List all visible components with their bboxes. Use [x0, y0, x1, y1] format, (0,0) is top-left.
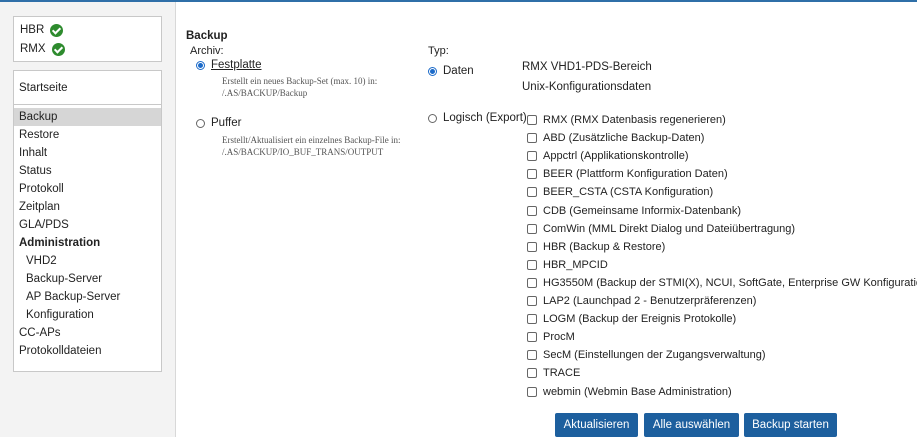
nav-item-zeitplan[interactable]: Zeitplan	[14, 198, 161, 216]
radio-puffer-label: Puffer	[211, 117, 242, 129]
checkbox-label: Appctrl (Applikationskontrolle)	[543, 150, 689, 163]
radio-festplatte[interactable]: Festplatte	[196, 59, 262, 71]
radio-puffer-circle[interactable]	[196, 118, 205, 128]
check-circle-icon	[51, 42, 65, 56]
checkbox-row[interactable]: ABD (Zusätzliche Backup-Daten)	[527, 130, 704, 146]
checkbox-label: RMX (RMX Datenbasis regenerieren)	[543, 114, 726, 126]
checkbox-row[interactable]: TRACE	[527, 365, 580, 381]
radio-logisch-label: Logisch (Export)	[443, 112, 527, 124]
left-sidebar: HBR RMX Startseite Backup Restore Inhalt…	[0, 2, 176, 437]
checkbox-row[interactable]: BEER_CSTA (CSTA Konfiguration)	[527, 184, 713, 200]
nav-item-protokoll[interactable]: Protokoll	[14, 180, 161, 198]
checkbox-row[interactable]: RMX (RMX Datenbasis regenerieren)	[527, 112, 726, 128]
checkbox[interactable]	[527, 205, 537, 216]
checkbox[interactable]	[527, 169, 537, 180]
status-rmx-label: RMX	[20, 43, 46, 55]
nav-menu: Startseite Backup Restore Inhalt Status …	[13, 70, 162, 372]
checkbox-row[interactable]: HBR (Backup & Restore)	[527, 239, 665, 255]
checkbox-row[interactable]: ComWin (MML Direkt Dialog und Dateiübert…	[527, 221, 795, 237]
nav-item-backup[interactable]: Backup	[14, 108, 161, 126]
checkbox[interactable]	[527, 241, 537, 252]
checkbox[interactable]	[527, 259, 537, 270]
checkbox-row[interactable]: BEER (Plattform Konfiguration Daten)	[527, 166, 728, 182]
checkbox-label: webmin (Webmin Base Administration)	[543, 385, 732, 398]
checkbox[interactable]	[527, 277, 537, 288]
radio-festplatte-label: Festplatte	[211, 59, 262, 71]
checkbox-label: TRACE	[543, 367, 581, 380]
checkbox[interactable]	[527, 296, 537, 306]
main-content: Backup Archiv: Typ: Festplatte Erstellt …	[176, 2, 917, 437]
checkbox-row[interactable]: ProcM	[527, 329, 575, 345]
checkbox-row[interactable]: Appctrl (Applikationskontrolle)	[527, 148, 689, 164]
festplatte-desc2: /.AS/BACKUP/Backup	[222, 88, 308, 98]
nav-item-administration[interactable]: Administration	[14, 234, 161, 252]
nav-item-vhd2[interactable]: VHD2	[14, 252, 161, 270]
radio-festplatte-circle[interactable]	[196, 60, 205, 70]
checkbox-label: HBR (Backup & Restore)	[543, 240, 666, 253]
radio-puffer[interactable]: Puffer	[196, 117, 241, 129]
refresh-button[interactable]: Aktualisieren	[555, 413, 638, 437]
radio-daten-circle[interactable]	[428, 66, 437, 76]
puffer-desc1: Erstellt/Aktualisiert ein einzelnes Back…	[222, 135, 401, 145]
nav-item-protokolldateien[interactable]: Protokolldateien	[14, 342, 161, 360]
checkbox-row[interactable]: SecM (Einstellungen der Zugangsverwaltun…	[527, 347, 766, 363]
checkbox[interactable]	[527, 350, 537, 361]
checkbox-label: HG3550M (Backup der STMI(X), NCUI, SoftG…	[543, 276, 917, 289]
archiv-label: Archiv:	[190, 45, 224, 57]
daten-line1: RMX VHD1-PDS-Bereich	[522, 61, 652, 73]
puffer-desc2: /.AS/BACKUP/IO_BUF_TRANS/OUTPUT	[222, 147, 384, 157]
nav-item-konfiguration[interactable]: Konfiguration	[14, 306, 161, 324]
status-rmx: RMX	[20, 40, 65, 58]
page-title: Backup	[186, 30, 228, 42]
checkbox[interactable]	[527, 151, 537, 162]
nav-item-inhalt[interactable]: Inhalt	[14, 144, 161, 162]
festplatte-desc1: Erstellt ein neues Backup-Set (max. 10) …	[222, 76, 378, 86]
checkbox-row[interactable]: HG3550M (Backup der STMI(X), NCUI, SoftG…	[527, 275, 917, 291]
checkbox-label: SecM (Einstellungen der Zugangsverwaltun…	[543, 349, 766, 362]
status-hbr-label: HBR	[20, 24, 45, 36]
checkbox-label: BEER_CSTA (CSTA Konfiguration)	[543, 186, 714, 199]
nav-item-gla-pds[interactable]: GLA/PDS	[14, 216, 161, 234]
checkbox-label: HBR_MPCID	[543, 258, 608, 271]
checkbox-row[interactable]: webmin (Webmin Base Administration)	[527, 384, 732, 400]
checkbox[interactable]	[527, 314, 537, 325]
typ-label: Typ:	[428, 45, 449, 57]
nav-item-startseite[interactable]: Startseite	[14, 71, 161, 105]
checkbox[interactable]	[527, 332, 537, 343]
checkbox-label: CDB (Gemeinsame Informix-Datenbank)	[543, 204, 742, 217]
checkbox-row[interactable]: LOGM (Backup der Ereignis Protokolle)	[527, 311, 736, 327]
select-all-button[interactable]: Alle auswählen	[644, 413, 739, 437]
daten-line2: Unix-Konfigurationsdaten	[522, 81, 652, 93]
nav-item-restore[interactable]: Restore	[14, 126, 161, 144]
radio-daten-label: Daten	[443, 65, 474, 77]
checkbox-row[interactable]: HBR_MPCID	[527, 257, 608, 273]
nav-item-cc-aps[interactable]: CC-APs	[14, 324, 161, 342]
nav-item-status[interactable]: Status	[14, 162, 161, 180]
radio-logisch-circle[interactable]	[428, 113, 437, 123]
checkbox-label: BEER (Plattform Konfiguration Daten)	[543, 168, 728, 181]
checkbox-row[interactable]: LAP2 (Launchpad 2 - Benutzerpräferenzen)	[527, 293, 756, 309]
checkbox-row[interactable]: CDB (Gemeinsame Informix-Datenbank)	[527, 203, 741, 219]
checkbox-label: ComWin (MML Direkt Dialog und Dateiübert…	[543, 222, 796, 235]
status-box: HBR RMX	[13, 16, 162, 62]
checkbox[interactable]	[527, 133, 537, 144]
checkbox-label: ABD (Zusätzliche Backup-Daten)	[543, 132, 705, 145]
check-circle-icon	[50, 23, 64, 37]
checkbox[interactable]	[527, 187, 537, 198]
checkbox-label: LAP2 (Launchpad 2 - Benutzerpräferenzen)	[543, 295, 757, 307]
radio-logisch[interactable]: Logisch (Export)	[428, 112, 527, 124]
status-hbr: HBR	[20, 21, 64, 39]
start-backup-button[interactable]: Backup starten	[744, 413, 837, 437]
nav-item-backup-server[interactable]: Backup-Server	[14, 270, 161, 288]
checkbox[interactable]	[527, 115, 537, 125]
checkbox-label: LOGM (Backup der Ereignis Protokolle)	[543, 313, 737, 326]
checkbox-label: ProcM	[543, 331, 575, 344]
checkbox[interactable]	[527, 368, 537, 379]
radio-daten[interactable]: Daten	[428, 65, 474, 77]
checkbox[interactable]	[527, 386, 537, 397]
checkbox[interactable]	[527, 223, 537, 234]
nav-item-ap-backup-server[interactable]: AP Backup-Server	[14, 288, 161, 306]
